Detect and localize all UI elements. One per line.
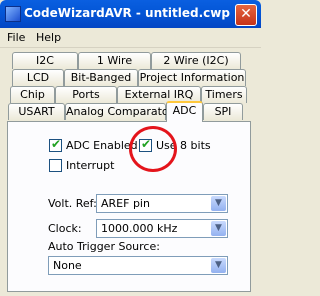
title-bar[interactable]: CodeWizardAVR - untitled.cwp ✕ [0, 0, 261, 28]
clock-select[interactable]: 1000.000 kHz ▼ [96, 219, 228, 238]
tab-ports[interactable]: Ports [55, 86, 117, 103]
tab-2-wire-i2c[interactable]: 2 Wire (I2C) [151, 52, 241, 69]
tab-analog-comparator[interactable]: Analog Comparator [65, 103, 173, 120]
tab-lcd[interactable]: LCD [12, 69, 64, 86]
auto-trigger-select[interactable]: None ▼ [48, 256, 228, 275]
interrupt-label: Interrupt [66, 159, 115, 172]
volt-ref-label: Volt. Ref: [48, 197, 97, 210]
interrupt-row[interactable]: Interrupt [49, 159, 114, 172]
tab-adc[interactable]: ADC [166, 101, 203, 122]
tab-spi[interactable]: SPI [203, 103, 243, 120]
menu-help[interactable]: Help [36, 31, 61, 44]
adc-enabled-label: ADC Enabled [66, 139, 138, 152]
chevron-down-icon[interactable]: ▼ [211, 258, 226, 273]
tab-timers[interactable]: Timers [201, 86, 247, 103]
chevron-down-icon[interactable]: ▼ [211, 196, 226, 211]
window-title: CodeWizardAVR - untitled.cwp [24, 6, 230, 20]
auto-trigger-label: Auto Trigger Source: [48, 240, 160, 253]
tab-project-information[interactable]: Project Information [138, 69, 246, 86]
interrupt-checkbox[interactable] [49, 159, 62, 172]
menu-bar: File Help [0, 29, 261, 48]
checkmark-icon: ✔ [51, 137, 62, 151]
volt-ref-select[interactable]: AREF pin ▼ [96, 194, 228, 213]
app-icon [5, 6, 21, 22]
tab-i2c[interactable]: I2C [12, 52, 78, 69]
tab-1-wire[interactable]: 1 Wire [78, 52, 151, 69]
volt-ref-value: AREF pin [101, 197, 150, 210]
adc-enabled-row[interactable]: ✔ ADC Enabled [49, 137, 138, 152]
close-button[interactable]: ✕ [235, 4, 257, 26]
tab-bit-banged[interactable]: Bit-Banged [64, 69, 138, 86]
adc-enabled-checkbox[interactable]: ✔ [49, 137, 62, 152]
tab-chip[interactable]: Chip [10, 86, 55, 103]
highlight-circle [129, 126, 177, 172]
clock-label: Clock: [48, 222, 82, 235]
menu-file[interactable]: File [7, 31, 25, 44]
tab-usart[interactable]: USART [8, 103, 65, 120]
chevron-down-icon[interactable]: ▼ [211, 221, 226, 236]
auto-trigger-value: None [53, 259, 82, 272]
clock-value: 1000.000 kHz [101, 222, 178, 235]
